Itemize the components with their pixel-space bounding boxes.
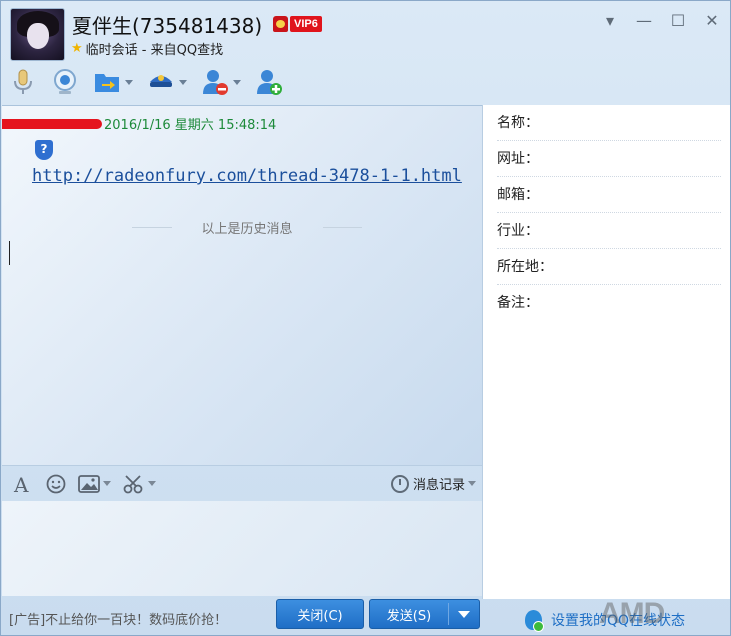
police-cap-icon: [150, 75, 172, 87]
divider-rule-left: [132, 227, 172, 228]
smiley-icon: [46, 474, 66, 493]
crown-icon: [273, 16, 288, 32]
font-icon: A: [13, 473, 29, 495]
amd-watermark: AMD: [599, 597, 665, 630]
message-input[interactable]: [2, 501, 482, 596]
message-header: 2016/1/16 星期六 15:48:14: [2, 114, 276, 133]
webcam-icon: [54, 69, 76, 94]
send-button-label: 发送(S): [386, 608, 432, 624]
vip-badge[interactable]: VIP6: [273, 14, 322, 34]
send-button-divider: [448, 603, 449, 625]
minimize-icon[interactable]: —: [634, 11, 654, 31]
contact-name[interactable]: 夏伴生(735481438): [72, 10, 262, 39]
history-divider-label: 以上是历史消息: [201, 222, 293, 237]
chevron-down-icon: [103, 481, 111, 486]
ad-banner[interactable]: [广告]不止给你一百块！数码底价抢！: [9, 609, 227, 628]
avatar-face: [27, 23, 49, 49]
font-button[interactable]: A: [12, 473, 34, 495]
info-row-industry: 行业：: [497, 213, 721, 249]
redacted-sender: [2, 118, 102, 129]
maximize-icon[interactable]: ☐: [668, 11, 688, 31]
qq-penguin-icon: [525, 610, 544, 632]
send-button[interactable]: 发送(S): [369, 599, 480, 629]
info-row-notes: 备注：: [497, 295, 539, 311]
message-timestamp: 2016/1/16 星期六 15:48:14: [104, 118, 277, 133]
chevron-down-icon: [148, 481, 156, 486]
screenshot-button[interactable]: [123, 474, 156, 494]
video-call-button[interactable]: [51, 66, 79, 98]
chevron-down-icon: [468, 481, 476, 486]
image-icon: [78, 474, 100, 493]
chevron-down-icon: [125, 79, 133, 85]
send-file-button[interactable]: [93, 66, 133, 98]
info-row-name: 名称：: [497, 105, 721, 141]
close-icon[interactable]: ✕: [702, 11, 722, 31]
chevron-down-icon[interactable]: [458, 610, 470, 618]
message-history-button[interactable]: 消息记录: [390, 474, 476, 493]
clock-icon: [390, 474, 409, 493]
star-icon: ★: [71, 41, 83, 56]
image-button[interactable]: [78, 474, 111, 494]
contact-avatar[interactable]: [10, 8, 65, 61]
info-row-location: 所在地：: [497, 249, 721, 285]
history-divider: 以上是历史消息: [102, 218, 392, 237]
input-toolbar: A 消息记录: [2, 465, 482, 501]
shield-question-icon[interactable]: ?: [35, 140, 53, 160]
qq-chat-window: 夏伴生(735481438) VIP6 ★ 临时会话 - 来自QQ查找 ▾ — …: [0, 0, 731, 636]
session-source: 临时会话 - 来自QQ查找: [85, 43, 224, 58]
chevron-down-icon: [179, 79, 187, 85]
user-block-icon: [203, 70, 228, 95]
vip-level-label: VIP6: [290, 16, 322, 32]
user-add-icon: [257, 70, 282, 95]
scissors-icon: [123, 474, 143, 493]
info-row-email: 邮箱：: [497, 177, 721, 213]
remote-assist-button[interactable]: [147, 66, 187, 98]
contact-info-panel: 名称： 网址： 邮箱： 行业： 所在地： 备注：: [482, 105, 730, 599]
text-caret: [9, 241, 10, 265]
emoji-button[interactable]: [46, 474, 66, 494]
divider-rule-right: [322, 227, 363, 228]
message-history[interactable]: 2016/1/16 星期六 15:48:14 ? http://radeonfu…: [2, 105, 482, 465]
chat-toolbar: [9, 65, 297, 99]
chevron-down-icon: [233, 79, 241, 85]
message-history-label: 消息记录: [412, 478, 465, 493]
block-user-button[interactable]: [201, 66, 241, 98]
folder-arrow-icon: [95, 74, 119, 92]
session-subtitle: ★ 临时会话 - 来自QQ查找: [71, 39, 223, 58]
close-button[interactable]: 关闭(C): [276, 599, 364, 629]
window-controls: ▾ — ☐ ✕: [600, 11, 722, 31]
svg-text:A: A: [13, 473, 29, 495]
info-row-website: 网址：: [497, 141, 721, 177]
chat-header: 夏伴生(735481438) VIP6 ★ 临时会话 - 来自QQ查找 ▾ — …: [1, 1, 730, 105]
add-friend-button[interactable]: [255, 66, 283, 98]
dropdown-icon[interactable]: ▾: [600, 11, 620, 31]
microphone-icon: [14, 69, 32, 94]
message-link[interactable]: http://radeonfury.com/thread-3478-1-1.ht…: [32, 163, 477, 189]
voice-call-button[interactable]: [9, 66, 37, 98]
